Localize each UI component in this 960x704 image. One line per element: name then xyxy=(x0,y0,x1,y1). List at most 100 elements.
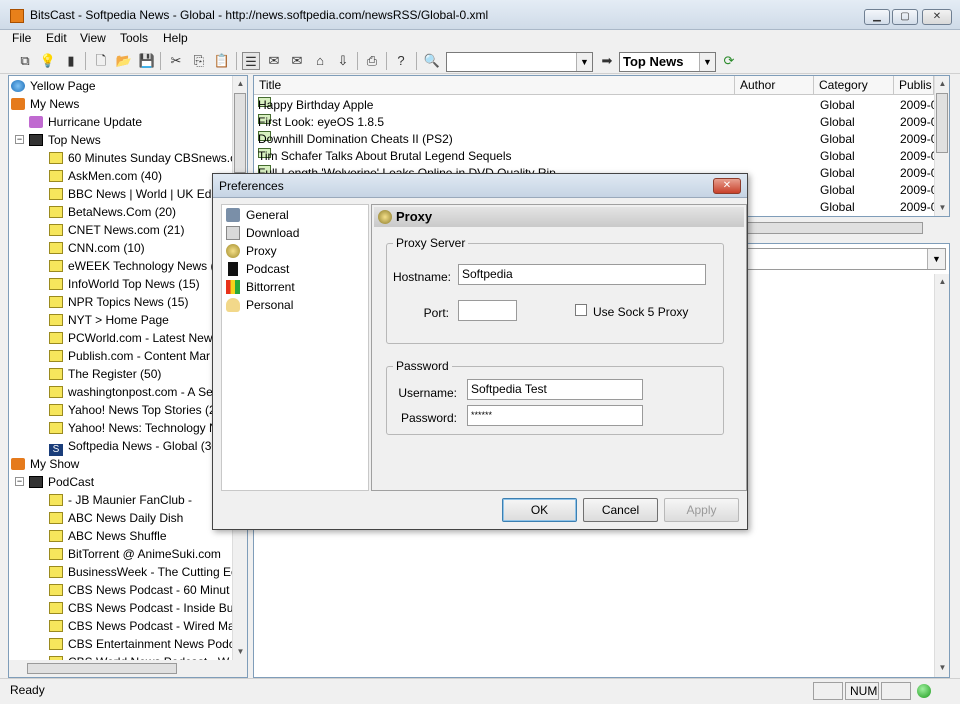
mail-down-icon[interactable]: ⇩ xyxy=(334,52,352,70)
tree-item[interactable]: CBS Entertainment News Podc xyxy=(49,635,235,653)
column-published[interactable]: Publis xyxy=(894,76,934,95)
arrow-right-icon[interactable]: ➡ xyxy=(598,52,616,70)
open-folder-icon[interactable]: 📂 xyxy=(115,52,133,70)
scroll-down-icon[interactable]: ▼ xyxy=(233,644,247,660)
cut-icon[interactable]: ✂ xyxy=(167,52,185,70)
apply-button[interactable]: Apply xyxy=(664,498,739,522)
copy-icon[interactable]: ⎘ xyxy=(190,52,208,70)
sock5-checkbox[interactable] xyxy=(575,304,587,316)
tree-item[interactable]: washingtonpost.com - A Se xyxy=(49,383,213,401)
tree-item[interactable]: Top News xyxy=(29,131,101,149)
tree-item[interactable]: BusinessWeek - The Cutting Ec xyxy=(49,563,237,581)
paste-icon[interactable]: 📋 xyxy=(213,52,231,70)
menu-edit[interactable]: Edit xyxy=(46,31,67,45)
category-download[interactable]: Download xyxy=(226,224,299,242)
menu-tools[interactable]: Tools xyxy=(120,31,148,45)
scroll-up-icon[interactable]: ▲ xyxy=(935,76,949,92)
cancel-button[interactable]: Cancel xyxy=(583,498,658,522)
chevron-down-icon[interactable]: ▼ xyxy=(927,249,945,269)
help-icon[interactable]: ? xyxy=(392,52,410,70)
column-category[interactable]: Category xyxy=(814,76,894,95)
category-personal[interactable]: Personal xyxy=(226,296,293,314)
scroll-thumb[interactable] xyxy=(936,93,948,153)
scroll-up-icon[interactable]: ▲ xyxy=(935,274,950,290)
tree-hscrollbar[interactable] xyxy=(9,660,247,677)
tree-item[interactable]: NPR Topics News (15) xyxy=(49,293,188,311)
tree-item[interactable]: CBS News Podcast - Wired Ma xyxy=(49,617,235,635)
tree-item[interactable]: Yellow Page xyxy=(11,77,96,95)
chevron-down-icon[interactable]: ▼ xyxy=(699,53,715,71)
tree-item[interactable]: S Softpedia News - Global (30 xyxy=(49,437,218,456)
category-podcast[interactable]: Podcast xyxy=(226,260,289,278)
open-mail-icon[interactable]: ✉ xyxy=(288,52,306,70)
username-input[interactable]: Softpedia Test xyxy=(467,379,643,400)
tree-item[interactable]: 60 Minutes Sunday CBSnews.c xyxy=(49,149,236,167)
tree-item[interactable]: BitTorrent @ AnimeSuki.com xyxy=(49,545,221,563)
password-input[interactable]: ****** xyxy=(467,405,643,426)
tip-icon[interactable]: 💡 xyxy=(39,52,57,70)
category-proxy[interactable]: Proxy xyxy=(226,242,277,260)
menu-help[interactable]: Help xyxy=(163,31,188,45)
tree-item[interactable]: My News xyxy=(11,95,79,113)
scroll-down-icon[interactable]: ▼ xyxy=(935,660,950,676)
channel-select[interactable]: Top News ▼ xyxy=(619,52,716,72)
print-icon[interactable]: ⎙ xyxy=(363,52,381,70)
tree-item[interactable]: CBS News Podcast - Inside Bu xyxy=(49,599,233,617)
menu-file[interactable]: File xyxy=(12,31,31,45)
table-row[interactable]: First Look: eyeOS 1.8.5 Global 2009-0 xyxy=(254,114,937,131)
collapse-toggle[interactable]: − xyxy=(15,477,24,486)
tree-item[interactable]: InfoWorld Top News (15) xyxy=(49,275,200,293)
tree-item[interactable]: Yahoo! News: Technology N xyxy=(49,419,218,437)
tree-item[interactable]: BetaNews.Com (20) xyxy=(49,203,176,221)
table-row[interactable]: Downhill Domination Cheats II (PS2) Globa… xyxy=(254,131,937,148)
tree-item[interactable]: Hurricane Update xyxy=(29,113,142,131)
dialog-close-button[interactable]: ✕ xyxy=(713,178,741,194)
tree-item[interactable]: - JB Maunier FanClub - xyxy=(49,491,192,509)
search-combo[interactable]: ▼ xyxy=(446,52,593,72)
table-row[interactable]: Happy Birthday Apple Global 2009-0 xyxy=(254,97,937,114)
tree-item[interactable]: BBC News | World | UK Editi xyxy=(49,185,220,203)
tree-item[interactable]: ABC News Daily Dish xyxy=(49,509,183,527)
list-view-icon[interactable]: ☰ xyxy=(242,52,260,70)
scroll-down-icon[interactable]: ▼ xyxy=(935,200,949,216)
tree-item[interactable]: AskMen.com (40) xyxy=(49,167,162,185)
hostname-input[interactable]: Softpedia xyxy=(458,264,706,285)
tree-item[interactable]: Yahoo! News Top Stories (2 xyxy=(49,401,216,419)
category-general[interactable]: General xyxy=(226,206,289,224)
tree-item[interactable]: CBS News Podcast - 60 Minut xyxy=(49,581,229,599)
port-input[interactable] xyxy=(458,300,517,321)
tree-item[interactable]: CNET News.com (21) xyxy=(49,221,184,239)
collapse-toggle[interactable]: − xyxy=(15,135,24,144)
menu-view[interactable]: View xyxy=(80,31,106,45)
tree-item[interactable]: CNN.com (10) xyxy=(49,239,145,257)
minimize-button[interactable]: ▁ xyxy=(864,9,890,25)
tree-item[interactable]: eWEEK Technology News ( xyxy=(49,257,215,275)
scroll-thumb[interactable] xyxy=(234,93,246,173)
tree-item[interactable]: PCWorld.com - Latest New xyxy=(49,329,213,347)
column-title[interactable]: Title xyxy=(254,76,735,95)
tree-item[interactable]: Publish.com - Content Mar xyxy=(49,347,210,365)
search-icon[interactable]: 🔍 xyxy=(423,52,441,70)
tree-item[interactable]: PodCast xyxy=(29,473,94,491)
maximize-button[interactable]: ▢ xyxy=(892,9,918,25)
tree-item[interactable]: NYT > Home Page xyxy=(49,311,169,329)
table-row[interactable]: Tim Schafer Talks About Brutal Legend Se… xyxy=(254,148,937,165)
list-scrollbar[interactable]: ▲ ▼ xyxy=(934,76,949,216)
mail-icon[interactable]: ✉ xyxy=(265,52,283,70)
battery-icon[interactable]: ▮ xyxy=(62,52,80,70)
refresh-icon[interactable]: ⟳ xyxy=(720,52,738,70)
column-author[interactable]: Author xyxy=(735,76,814,95)
home-icon[interactable]: ⌂ xyxy=(311,52,329,70)
close-button[interactable]: ✕ xyxy=(922,9,952,25)
tree-item[interactable]: The Register (50) xyxy=(49,365,161,383)
chevron-down-icon[interactable]: ▼ xyxy=(576,53,592,71)
save-icon[interactable]: 💾 xyxy=(138,52,156,70)
channels-icon[interactable]: ⧉ xyxy=(16,52,34,70)
tree-item[interactable]: ABC News Shuffle xyxy=(49,527,167,545)
new-icon[interactable]: 🗋 xyxy=(92,52,110,70)
scroll-up-icon[interactable]: ▲ xyxy=(233,76,247,92)
hscroll-thumb[interactable] xyxy=(27,663,177,674)
preview-scrollbar[interactable]: ▲ ▼ xyxy=(934,274,949,677)
category-bittorrent[interactable]: Bittorrent xyxy=(226,278,295,296)
ok-button[interactable]: OK xyxy=(502,498,577,522)
